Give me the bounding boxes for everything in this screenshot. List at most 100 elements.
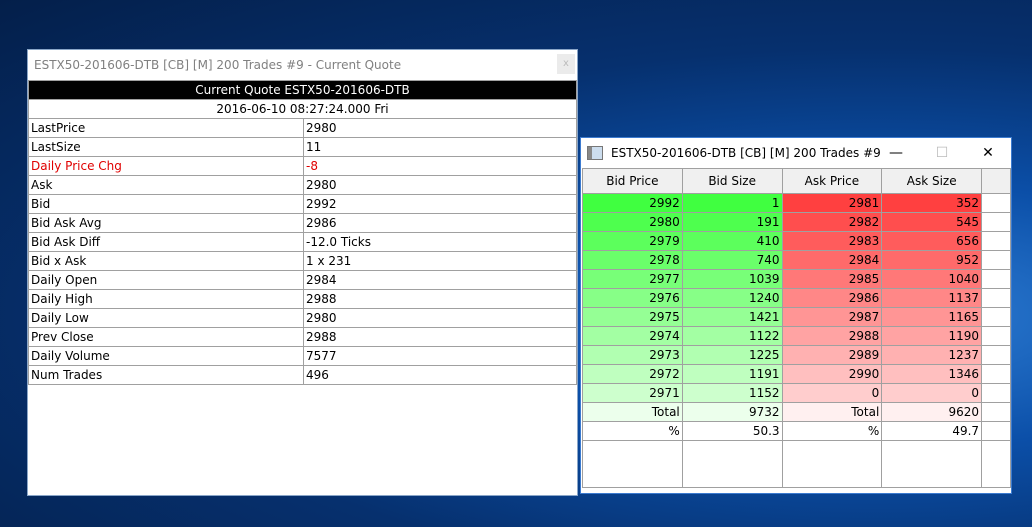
bid-price-cell: 2977 <box>582 269 683 289</box>
ask-price-cell: 2982 <box>781 212 883 232</box>
close-button[interactable]: ✕ <box>965 138 1011 168</box>
quote-value: 2980 <box>303 308 577 328</box>
quote-table: Current Quote ESTX50-201606-DTB 2016-06-… <box>28 80 577 475</box>
ask-size-cell: 1190 <box>881 326 983 346</box>
quote-value: 2980 <box>303 118 577 138</box>
ask-size-cell: 352 <box>881 193 983 213</box>
bid-price-cell: 2972 <box>582 364 683 384</box>
quote-value: 2988 <box>303 289 577 309</box>
total-bid-size-cell: 9732 <box>681 402 783 422</box>
ask-size-cell: 1237 <box>881 345 983 365</box>
ask-price-cell: 2988 <box>781 326 883 346</box>
total-row: Total 9732 Total 9620 <box>582 402 1011 422</box>
quote-row: Bid x Ask 1 x 231 <box>28 251 577 271</box>
quote-value: -12.0 Ticks <box>303 232 577 252</box>
total-bid-price-cell: Total <box>582 402 683 422</box>
quote-label: Bid Ask Avg <box>28 213 304 233</box>
percent-row: % 50.3% 49.7 <box>582 421 1011 441</box>
quote-row: Ask 2980 <box>28 175 577 195</box>
title-bar[interactable]: ESTX50-201606-DTB [CB] [M] 200 Trades #9… <box>28 50 577 80</box>
ask-size-cell: 1137 <box>881 288 983 308</box>
bid-price-cell: 2975 <box>582 307 683 327</box>
ask-price-cell: 2989 <box>781 345 883 365</box>
close-button[interactable]: x <box>557 54 575 74</box>
quote-value: -8 <box>303 156 577 176</box>
maximize-button[interactable]: ☐ <box>919 138 965 168</box>
total-ask-price-cell: Total <box>781 402 883 422</box>
bid-size-cell: 1225 <box>681 345 783 365</box>
quote-row: Num Trades 496 <box>28 365 577 385</box>
quote-header: Current Quote ESTX50-201606-DTB <box>28 80 577 100</box>
percent-ask-price-cell: % <box>781 421 883 441</box>
bid-size-cell: 1122 <box>681 326 783 346</box>
current-quote-window: ESTX50-201606-DTB [CB] [M] 200 Trades #9… <box>27 49 578 496</box>
quote-label: Prev Close <box>28 327 304 347</box>
book-row[interactable]: 2971 1152 0 0 <box>582 383 1011 403</box>
ask-price-cell: 2981 <box>781 193 883 213</box>
quote-label: Bid x Ask <box>28 251 304 271</box>
bid-size-cell: 1 <box>681 193 783 213</box>
book-row[interactable]: 2980 191 2982 545 <box>582 212 1011 232</box>
quote-row: Bid 2992 <box>28 194 577 214</box>
total-ask-size-cell: 9620 <box>881 402 983 422</box>
app-icon <box>587 146 603 160</box>
ask-size-cell: 0 <box>881 383 983 403</box>
quote-row: Bid Ask Diff -12.0 Ticks <box>28 232 577 252</box>
bid-size-cell: 740 <box>681 250 783 270</box>
book-row[interactable]: 2992 1 2981 352 <box>582 193 1011 213</box>
bid-price-cell: 2974 <box>582 326 683 346</box>
minimize-button[interactable]: — <box>873 138 919 168</box>
bid-price-cell: 2978 <box>582 250 683 270</box>
bid-size-cell: 1039 <box>681 269 783 289</box>
book-row[interactable]: 2979 410 2983 656 <box>582 231 1011 251</box>
quote-label: LastSize <box>28 137 304 157</box>
bid-price-cell: 2973 <box>582 345 683 365</box>
book-row[interactable]: 2972 1191 2990 1346 <box>582 364 1011 384</box>
ask-size-cell: 952 <box>881 250 983 270</box>
column-header-bid-size[interactable]: Bid Size <box>681 168 783 194</box>
ask-size-cell: 1040 <box>881 269 983 289</box>
ask-price-cell: 2987 <box>781 307 883 327</box>
column-header-bid-price[interactable]: Bid Price <box>582 168 683 194</box>
book-row[interactable]: 2975 1421 2987 1165 <box>582 307 1011 327</box>
quote-datetime: 2016-06-10 08:27:24.000 Fri <box>28 99 577 119</box>
book-row[interactable]: 2974 1122 2988 1190 <box>582 326 1011 346</box>
quote-label: Bid <box>28 194 304 214</box>
quote-label: Daily High <box>28 289 304 309</box>
quote-label: Bid Ask Diff <box>28 232 304 252</box>
column-header-ask-price[interactable]: Ask Price <box>781 168 883 194</box>
ask-price-cell: 2990 <box>781 364 883 384</box>
ask-price-cell: 2986 <box>781 288 883 308</box>
column-header-empty <box>981 168 1011 194</box>
book-row[interactable]: 2976 1240 2986 1137 <box>582 288 1011 308</box>
book-row[interactable]: 2973 1225 2989 1237 <box>582 345 1011 365</box>
order-book-window: ESTX50-201606-DTB [CB] [M] 200 Trades #9… <box>580 137 1012 494</box>
percent-bid-size-cell: 50.3 <box>681 421 783 441</box>
quote-row: Daily High 2988 <box>28 289 577 309</box>
column-header-ask-size[interactable]: Ask Size <box>881 168 983 194</box>
quote-row: LastSize 11 <box>28 137 577 157</box>
bid-price-cell: 2980 <box>582 212 683 232</box>
book-row[interactable]: 2977 1039 2985 1040 <box>582 269 1011 289</box>
quote-label: Num Trades <box>28 365 304 385</box>
quote-label: LastPrice <box>28 118 304 138</box>
quote-label: Daily Open <box>28 270 304 290</box>
quote-value: 496 <box>303 365 577 385</box>
quote-value: 1 x 231 <box>303 251 577 271</box>
book-row[interactable]: 2978 740 2984 952 <box>582 250 1011 270</box>
bid-size-cell: 1421 <box>681 307 783 327</box>
ask-size-cell: 1346 <box>881 364 983 384</box>
quote-row: Prev Close 2988 <box>28 327 577 347</box>
quote-value: 2980 <box>303 175 577 195</box>
bid-size-cell: 410 <box>681 231 783 251</box>
quote-row: Daily Low 2980 <box>28 308 577 328</box>
bid-size-cell: 1191 <box>681 364 783 384</box>
quote-label: Daily Low <box>28 308 304 328</box>
order-book-table: Bid Price Bid Size Ask Price Ask Size 29… <box>582 168 1011 488</box>
bid-size-cell: 1240 <box>681 288 783 308</box>
window-title: ESTX50-201606-DTB [CB] [M] 200 Trades #9… <box>34 58 402 72</box>
percent-bid-price-cell: % <box>582 421 683 441</box>
quote-row: Daily Volume 7577 <box>28 346 577 366</box>
quote-label: Daily Price Chg <box>28 156 304 176</box>
ask-size-cell: 545 <box>881 212 983 232</box>
